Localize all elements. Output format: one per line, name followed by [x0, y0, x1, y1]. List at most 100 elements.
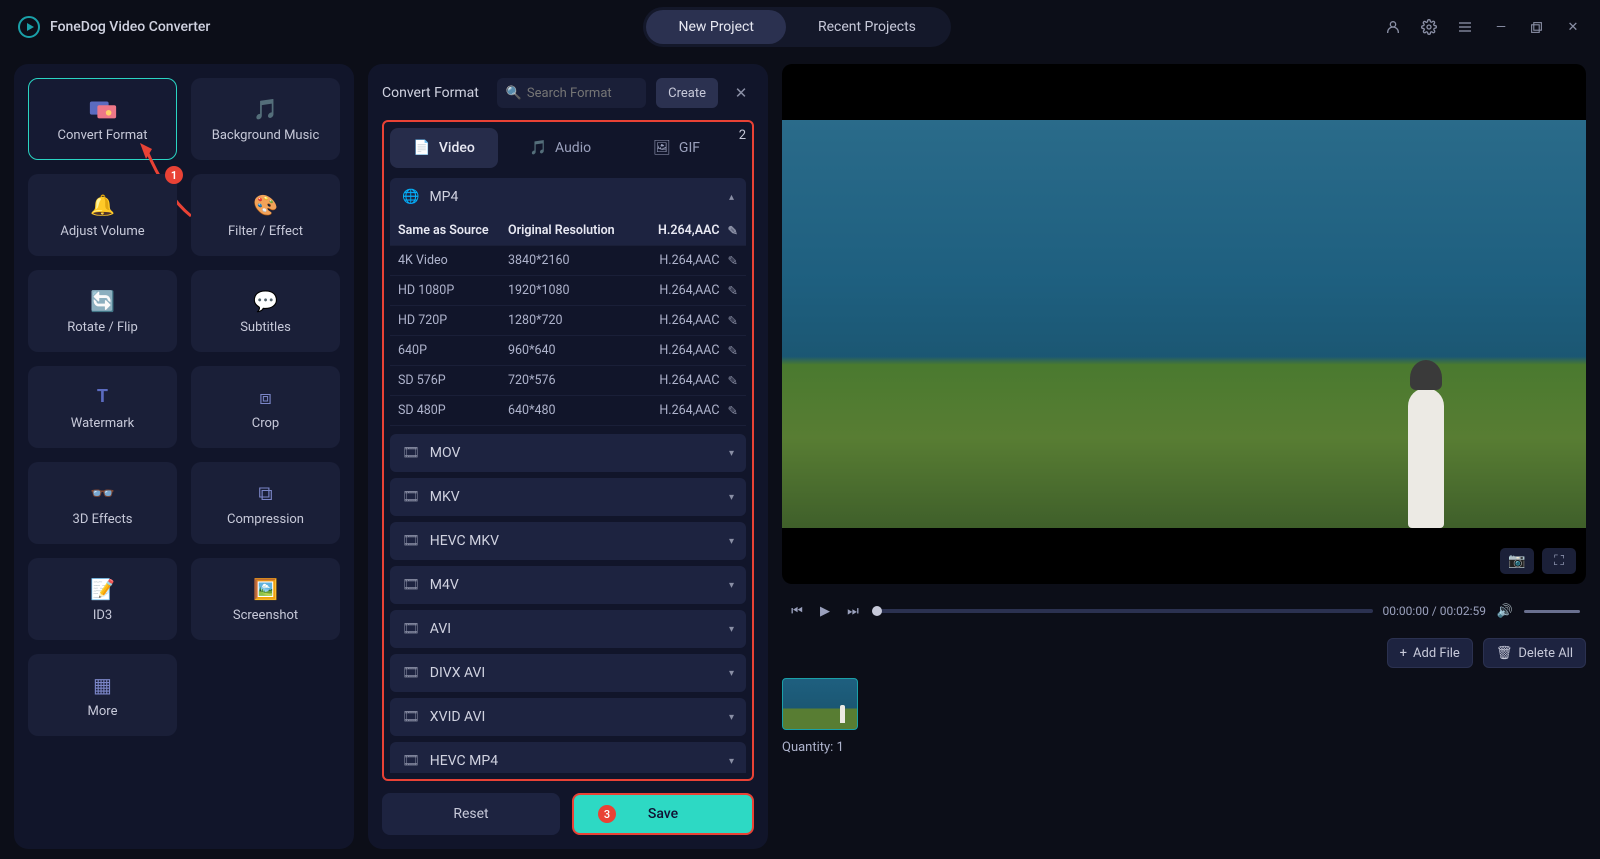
watermark-icon: T [88, 384, 118, 410]
snapshot-button[interactable]: 📷 [1500, 548, 1534, 574]
preset-row[interactable]: 640P960*640H.264,AAC✎ [390, 336, 746, 366]
preset-codec: H.264,AAC [648, 283, 720, 298]
preset-name: 4K Video [398, 253, 508, 268]
caret-down-icon: ▾ [729, 624, 734, 635]
minimize-icon[interactable]: — [1492, 18, 1510, 36]
preset-row[interactable]: HD 1080P1920*1080H.264,AAC✎ [390, 276, 746, 306]
tool-crop[interactable]: ⧈Crop [191, 366, 340, 448]
preset-row[interactable]: HD 720P1280*720H.264,AAC✎ [390, 306, 746, 336]
format-header[interactable]: 🎞XVID AVI▾ [390, 698, 746, 736]
edit-icon[interactable]: ✎ [728, 373, 738, 389]
tool-compression[interactable]: ⧉Compression [191, 462, 340, 544]
scrubber-playhead[interactable] [872, 606, 882, 616]
tab-recent-projects[interactable]: Recent Projects [786, 10, 948, 44]
tool-convert-format[interactable]: Convert Format [28, 78, 177, 160]
tool-label: 3D Effects [73, 512, 133, 527]
preset-row[interactable]: 4K Video3840*2160H.264,AAC✎ [390, 246, 746, 276]
volume-slider[interactable] [1524, 610, 1580, 613]
save-button[interactable]: 3Save [572, 793, 754, 835]
edit-icon[interactable]: ✎ [728, 403, 738, 419]
close-panel-icon[interactable]: ✕ [728, 80, 754, 106]
account-icon[interactable] [1384, 18, 1402, 36]
tool-id3[interactable]: 📝ID3 [28, 558, 177, 640]
preset-resolution: 640*480 [508, 403, 648, 418]
crop-icon: ⧈ [251, 384, 281, 410]
tool-subtitles[interactable]: 💬Subtitles [191, 270, 340, 352]
gif-file-icon: 🖼 [653, 140, 671, 156]
tool-3d-effects[interactable]: 👓3D Effects [28, 462, 177, 544]
edit-icon[interactable]: ✎ [728, 283, 738, 299]
tool-label: Watermark [71, 416, 134, 431]
volume-icon: 🔔 [88, 192, 118, 218]
edit-icon[interactable]: ✎ [728, 313, 738, 329]
caret-down-icon: ▾ [729, 580, 734, 591]
format-header-mp4[interactable]: 🌐MP4▴ [390, 178, 746, 216]
panel-title: Convert Format [382, 85, 479, 101]
format-list[interactable]: 🌐MP4▴ Same as SourceOriginal ResolutionH… [390, 178, 746, 773]
scrubber[interactable] [872, 609, 1373, 613]
convert-format-icon [88, 96, 118, 122]
tool-label: Rotate / Flip [67, 320, 138, 335]
subtab-audio[interactable]: 🎵Audio [506, 128, 614, 168]
close-window-icon[interactable]: ✕ [1564, 18, 1582, 36]
tool-watermark[interactable]: T Watermark [28, 366, 177, 448]
volume-button[interactable]: 🔊 [1496, 602, 1514, 620]
format-header[interactable]: 🎞HEVC MKV▾ [390, 522, 746, 560]
preset-resolution: 720*576 [508, 373, 648, 388]
title-actions: — ✕ [1384, 18, 1582, 36]
format-label: AVI [430, 621, 451, 637]
preset-row[interactable]: Same as SourceOriginal ResolutionH.264,A… [390, 216, 746, 246]
edit-icon[interactable]: ✎ [728, 343, 738, 359]
sidebar: Convert Format 🎵Background Music 🔔Adjust… [14, 64, 354, 849]
globe-icon: 🌐 [402, 189, 419, 205]
delete-all-button[interactable]: 🗑Delete All [1483, 638, 1586, 668]
panel-footer: Reset 3Save [382, 793, 754, 835]
tool-more[interactable]: ▦More [28, 654, 177, 736]
format-header[interactable]: 🎞DIVX AVI▾ [390, 654, 746, 692]
preview-overlay-buttons: 📷 ⛶ [1500, 548, 1576, 574]
preset-row[interactable]: SD 480P640*480H.264,AAC✎ [390, 396, 746, 426]
menu-icon[interactable] [1456, 18, 1474, 36]
plus-icon: + [1400, 646, 1407, 661]
play-button[interactable]: ▶ [816, 602, 834, 620]
format-header[interactable]: 🎞AVI▾ [390, 610, 746, 648]
thumbnail-strip [782, 678, 1586, 730]
tool-filter-effect[interactable]: 🎨Filter / Effect [191, 174, 340, 256]
file-thumbnail[interactable] [782, 678, 858, 730]
create-button[interactable]: Create [656, 78, 718, 108]
format-panel: Convert Format 🔍 Create ✕ 📄Video 🎵Audio … [368, 64, 768, 849]
settings-icon[interactable] [1420, 18, 1438, 36]
format-header[interactable]: 🎞HEVC MP4▾ [390, 742, 746, 773]
tab-new-project[interactable]: New Project [646, 10, 786, 44]
film-icon: 🎞 [402, 709, 420, 725]
callout-badge-2: 2 [739, 128, 746, 168]
next-button[interactable]: ⏭ [844, 602, 862, 620]
tool-rotate-flip[interactable]: 🔄Rotate / Flip [28, 270, 177, 352]
tool-label: Subtitles [240, 320, 291, 335]
format-label: M4V [430, 577, 459, 593]
subtab-gif[interactable]: 🖼GIF [622, 128, 730, 168]
preset-resolution: 1920*1080 [508, 283, 648, 298]
film-icon: 🎞 [402, 489, 420, 505]
subtab-label: Audio [555, 140, 591, 156]
maximize-icon[interactable] [1528, 18, 1546, 36]
file-actions: +Add File 🗑Delete All [782, 638, 1586, 668]
format-header[interactable]: 🎞M4V▾ [390, 566, 746, 604]
edit-icon[interactable]: ✎ [728, 253, 738, 269]
add-file-button[interactable]: +Add File [1387, 638, 1473, 668]
preset-row[interactable]: SD 576P720*576H.264,AAC✎ [390, 366, 746, 396]
titlebar: FoneDog Video Converter New Project Rece… [0, 0, 1600, 54]
subtab-video[interactable]: 📄Video [390, 128, 498, 168]
tool-screenshot[interactable]: 🖼️Screenshot [191, 558, 340, 640]
tool-adjust-volume[interactable]: 🔔Adjust Volume1 [28, 174, 177, 256]
caret-down-icon: ▾ [729, 756, 734, 767]
reset-button[interactable]: Reset [382, 793, 560, 835]
preset-resolution: Original Resolution [508, 223, 648, 238]
format-header[interactable]: 🎞MOV▾ [390, 434, 746, 472]
tool-background-music[interactable]: 🎵Background Music [191, 78, 340, 160]
prev-button[interactable]: ⏮ [788, 602, 806, 620]
video-preview[interactable]: 📷 ⛶ [782, 64, 1586, 584]
fullscreen-button[interactable]: ⛶ [1542, 548, 1576, 574]
format-header[interactable]: 🎞MKV▾ [390, 478, 746, 516]
edit-icon[interactable]: ✎ [728, 223, 738, 239]
